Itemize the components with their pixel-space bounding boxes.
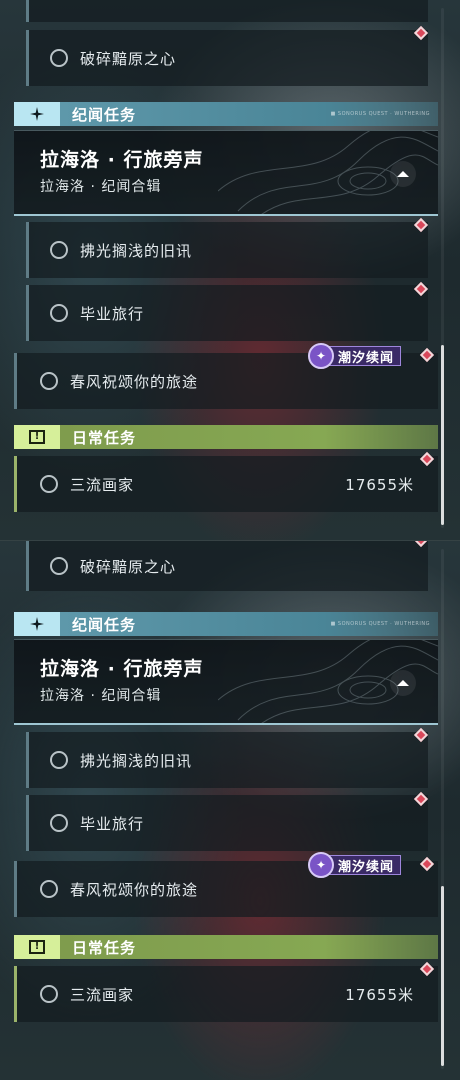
story-subtitle: 拉海洛 · 纪闻合辑 bbox=[40, 179, 162, 195]
quest-row-bar bbox=[14, 861, 17, 917]
circle-icon bbox=[50, 304, 68, 322]
distance-label: 17655米 bbox=[345, 475, 414, 494]
section-title: 纪闻任务 bbox=[72, 615, 137, 634]
quest-panel-bottom: 破碎黯原之心 纪闻任务 ■ SONORUS QUEST · WUTHERING … bbox=[0, 540, 460, 1080]
circle-icon bbox=[40, 475, 58, 493]
section-icon-box bbox=[14, 612, 60, 636]
quest-label: 春风祝颂你的旅途 bbox=[70, 372, 199, 391]
tide-badge[interactable]: ✦ 潮汐续闻 bbox=[308, 852, 402, 878]
quest-row-bar bbox=[26, 30, 29, 86]
quest-label: 拂光搁浅的旧讯 bbox=[80, 241, 193, 260]
quest-row-bar bbox=[14, 456, 17, 512]
quest-row-bar bbox=[26, 222, 29, 278]
section-header-story[interactable]: 纪闻任务 ■ SONORUS QUEST · WUTHERING bbox=[14, 612, 438, 636]
quest-row[interactable]: 毕业旅行 bbox=[26, 795, 428, 851]
collapse-up-icon bbox=[397, 171, 409, 177]
quest-label: 破碎黯原之心 bbox=[80, 49, 177, 68]
tide-badge-label: 潮汐续闻 bbox=[328, 855, 402, 875]
circle-icon bbox=[50, 557, 68, 575]
story-card[interactable]: 拉海洛 · 行旅旁声 拉海洛 · 纪闻合辑 bbox=[14, 130, 438, 216]
quest-label: 毕业旅行 bbox=[80, 304, 145, 323]
circle-icon bbox=[40, 880, 58, 898]
section-icon-box: ! bbox=[14, 935, 60, 959]
collapse-button[interactable] bbox=[390, 670, 416, 696]
section-strip: 纪闻任务 ■ SONORUS QUEST · WUTHERING bbox=[60, 612, 438, 636]
story-title: 拉海洛 · 行旅旁声 bbox=[40, 149, 204, 171]
section-header-daily[interactable]: ! 日常任务 bbox=[14, 935, 438, 959]
section-icon-box: ! bbox=[14, 425, 60, 449]
section-icon-box bbox=[14, 102, 60, 126]
quest-panel-top: 破碎黯原之心 纪闻任务 ■ SONORUS QUEST · WUTHERING … bbox=[0, 0, 460, 540]
quest-row-bar bbox=[14, 966, 17, 1022]
section-title: 日常任务 bbox=[72, 428, 137, 447]
circle-icon bbox=[50, 241, 68, 259]
sparkle-icon bbox=[30, 107, 44, 121]
quest-row-bar bbox=[26, 795, 29, 851]
quest-label: 春风祝颂你的旅途 bbox=[70, 880, 199, 899]
quest-row[interactable]: 毕业旅行 bbox=[26, 285, 428, 341]
quest-row[interactable]: 破碎黯原之心 bbox=[26, 541, 428, 591]
quest-row-prev[interactable] bbox=[26, 0, 428, 22]
section-title: 纪闻任务 bbox=[72, 105, 137, 124]
quest-row-bar bbox=[26, 285, 29, 341]
quest-row-bar bbox=[26, 541, 29, 591]
section-strip: 日常任务 bbox=[60, 935, 438, 959]
quest-row[interactable]: 破碎黯原之心 bbox=[26, 30, 428, 86]
quest-label: 破碎黯原之心 bbox=[80, 557, 177, 576]
sparkle-icon bbox=[30, 617, 44, 631]
quest-row-bar bbox=[14, 353, 17, 409]
tide-swirl-icon: ✦ bbox=[308, 852, 334, 878]
section-title: 日常任务 bbox=[72, 938, 137, 957]
story-subtitle: 拉海洛 · 纪闻合辑 bbox=[40, 688, 162, 704]
section-header-story[interactable]: 纪闻任务 ■ SONORUS QUEST · WUTHERING bbox=[14, 102, 438, 126]
tide-swirl-icon: ✦ bbox=[308, 343, 334, 369]
alert-icon: ! bbox=[29, 430, 45, 444]
distance-label: 17655米 bbox=[345, 985, 414, 1004]
section-deco-text: ■ SONORUS QUEST · WUTHERING bbox=[330, 621, 430, 627]
quest-label: 毕业旅行 bbox=[80, 814, 145, 833]
collapse-up-icon bbox=[397, 680, 409, 686]
circle-icon bbox=[40, 985, 58, 1003]
story-title: 拉海洛 · 行旅旁声 bbox=[40, 658, 204, 680]
circle-icon bbox=[50, 814, 68, 832]
quest-row[interactable]: 拂光搁浅的旧讯 bbox=[26, 732, 428, 788]
quest-label: 拂光搁浅的旧讯 bbox=[80, 751, 193, 770]
tide-badge-label: 潮汐续闻 bbox=[328, 346, 402, 366]
tide-badge[interactable]: ✦ 潮汐续闻 bbox=[308, 343, 402, 369]
quest-row-bar bbox=[26, 0, 29, 22]
quest-row[interactable]: 拂光搁浅的旧讯 bbox=[26, 222, 428, 278]
story-card[interactable]: 拉海洛 · 行旅旁声 拉海洛 · 纪闻合辑 bbox=[14, 639, 438, 725]
scrollbar-thumb[interactable] bbox=[441, 345, 444, 525]
circle-icon bbox=[50, 751, 68, 769]
quest-row-daily[interactable]: 三流画家 17655米 bbox=[14, 456, 438, 512]
collapse-button[interactable] bbox=[390, 161, 416, 187]
quest-label: 三流画家 bbox=[70, 475, 135, 494]
section-deco-text: ■ SONORUS QUEST · WUTHERING bbox=[330, 111, 430, 117]
quest-row-bar bbox=[26, 732, 29, 788]
quest-row-daily[interactable]: 三流画家 17655米 bbox=[14, 966, 438, 1022]
section-strip: 日常任务 bbox=[60, 425, 438, 449]
section-header-daily[interactable]: ! 日常任务 bbox=[14, 425, 438, 449]
circle-icon bbox=[40, 372, 58, 390]
quest-label: 三流画家 bbox=[70, 985, 135, 1004]
circle-icon bbox=[50, 49, 68, 67]
section-strip: 纪闻任务 ■ SONORUS QUEST · WUTHERING bbox=[60, 102, 438, 126]
scrollbar-thumb[interactable] bbox=[441, 886, 444, 1066]
alert-icon: ! bbox=[29, 940, 45, 954]
